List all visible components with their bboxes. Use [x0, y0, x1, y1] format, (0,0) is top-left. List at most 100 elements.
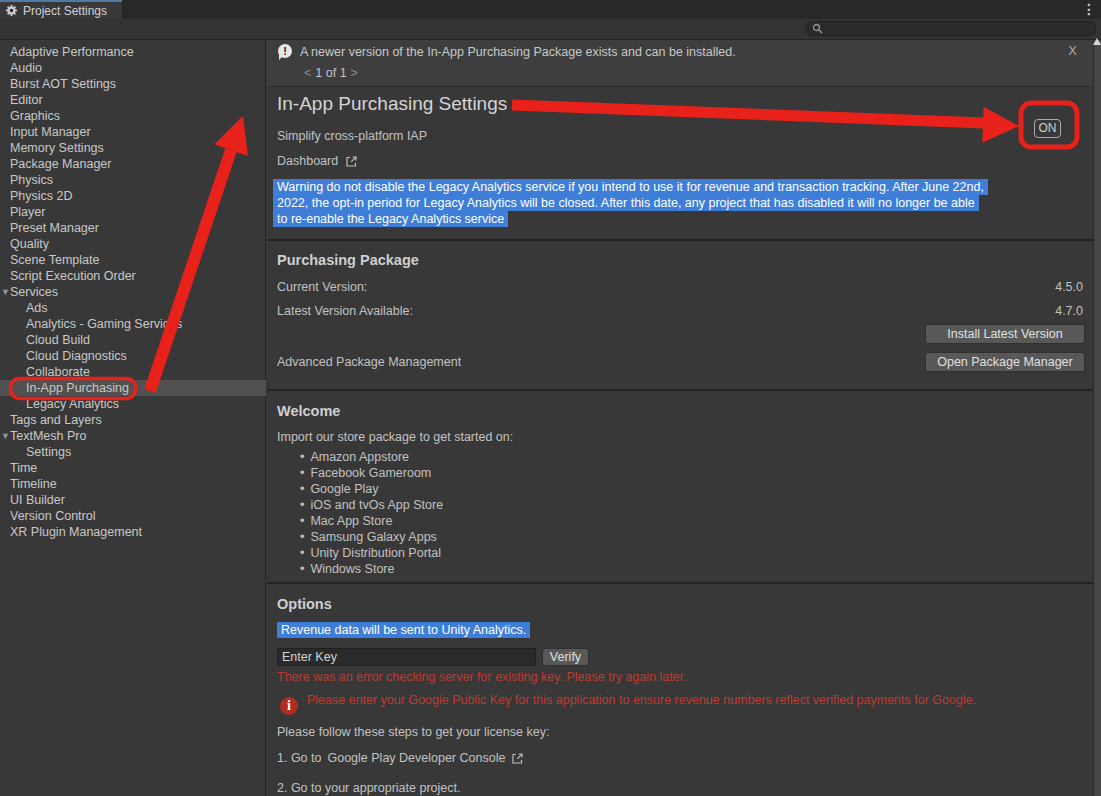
latest-version-label: Latest Version Available:	[277, 304, 413, 318]
sidebar-item-label: Preset Manager	[10, 221, 99, 235]
kebab-menu-icon[interactable]: ⋮	[1082, 1, 1096, 17]
sidebar-item-label: Ads	[26, 301, 48, 315]
sidebar-item-services[interactable]: ▼Services	[0, 284, 266, 300]
sidebar-item-label: Burst AOT Settings	[10, 77, 116, 91]
sidebar-item-preset-manager[interactable]: Preset Manager	[0, 220, 266, 236]
sidebar-item-adaptive-performance[interactable]: Adaptive Performance	[0, 44, 266, 60]
search-input[interactable]	[805, 21, 1096, 36]
sidebar-item-physics[interactable]: Physics	[0, 172, 266, 188]
sidebar-item-label: UI Builder	[10, 493, 65, 507]
sidebar-item-package-manager[interactable]: Package Manager	[0, 156, 266, 172]
enter-key-input[interactable]	[277, 648, 536, 666]
vertical-scrollbar[interactable]	[1093, 40, 1101, 796]
sidebar-item-label: Script Execution Order	[10, 269, 136, 283]
sidebar-item-tags-and-layers[interactable]: Tags and Layers	[0, 412, 266, 428]
sidebar-item-legacy-analytics[interactable]: Legacy Analytics	[0, 396, 266, 412]
sidebar-item-input-manager[interactable]: Input Manager	[0, 124, 266, 140]
pager-prev-icon[interactable]: <	[300, 66, 315, 80]
sidebar-item-version-control[interactable]: Version Control	[0, 508, 266, 524]
step-2: 2. Go to your appropriate project.	[277, 781, 460, 795]
sidebar-item-label: XR Plugin Management	[10, 525, 142, 539]
sidebar-item-label: Audio	[10, 61, 42, 75]
sidebar-item-label: Cloud Build	[26, 333, 90, 347]
current-version-value: 4.5.0	[1055, 280, 1083, 294]
gear-icon	[5, 4, 18, 17]
sidebar-item-script-execution-order[interactable]: Script Execution Order	[0, 268, 266, 284]
sidebar-item-cloud-build[interactable]: Cloud Build	[0, 332, 266, 348]
store-list-item: Facebook Gameroom	[300, 465, 443, 481]
sidebar-item-timeline[interactable]: Timeline	[0, 476, 266, 492]
sidebar-item-ui-builder[interactable]: UI Builder	[0, 492, 266, 508]
sidebar-item-collaborate[interactable]: Collaborate	[0, 364, 266, 380]
sidebar-item-label: Cloud Diagnostics	[26, 349, 127, 363]
search-icon	[812, 23, 823, 34]
sidebar-item-memory-settings[interactable]: Memory Settings	[0, 140, 266, 156]
store-list-item: Google Play	[300, 481, 443, 497]
alert-bubble-icon: !	[278, 44, 292, 58]
sidebar-item-editor[interactable]: Editor	[0, 92, 266, 108]
sidebar-item-label: Analytics - Gaming Services	[26, 317, 182, 331]
sidebar-item-burst-aot-settings[interactable]: Burst AOT Settings	[0, 76, 266, 92]
open-package-manager-button[interactable]: Open Package Manager	[925, 352, 1085, 372]
google-play-console-link[interactable]: Google Play Developer Console	[327, 751, 505, 765]
sidebar-item-cloud-diagnostics[interactable]: Cloud Diagnostics	[0, 348, 266, 364]
iap-on-toggle[interactable]: ON	[1034, 119, 1061, 138]
store-list: Amazon AppstoreFacebook GameroomGoogle P…	[300, 449, 443, 577]
sidebar-item-audio[interactable]: Audio	[0, 60, 266, 76]
pager-next-icon[interactable]: >	[347, 66, 362, 80]
sidebar-item-settings[interactable]: Settings	[0, 444, 266, 460]
sidebar-item-label: Collaborate	[26, 365, 90, 379]
dashboard-link[interactable]: Dashboard	[277, 154, 358, 168]
step1-prefix: 1. Go to	[277, 751, 321, 765]
welcome-heading: Welcome	[277, 403, 340, 419]
sidebar-list: Adaptive Performance Audio Burst AOT Setti…	[0, 44, 266, 540]
notification-pager: <1 of 1>	[300, 66, 362, 80]
close-icon[interactable]: X	[1068, 43, 1077, 58]
tab-title: Project Settings	[23, 4, 107, 18]
sidebar-item-label: Legacy Analytics	[26, 397, 119, 411]
sidebar-item-label: Timeline	[10, 477, 57, 491]
sidebar-item-time[interactable]: Time	[0, 460, 266, 476]
sidebar-item-physics-2d[interactable]: Physics 2D	[0, 188, 266, 204]
foldout-arrow-icon[interactable]: ▼	[1, 428, 10, 444]
sidebar-item-scene-template[interactable]: Scene Template	[0, 252, 266, 268]
sidebar-item-analytics-gaming-services[interactable]: Analytics - Gaming Services	[0, 316, 266, 332]
key-error-text: There was an error checking server for e…	[277, 670, 687, 684]
latest-version-value: 4.7.0	[1055, 304, 1083, 318]
sidebar-item-label: TextMesh Pro	[10, 429, 86, 443]
sidebar-item-label: Physics 2D	[10, 189, 73, 203]
install-latest-version-button[interactable]: Install Latest Version	[925, 324, 1085, 344]
sidebar-item-label: Tags and Layers	[10, 413, 102, 427]
sidebar-item-graphics[interactable]: Graphics	[0, 108, 266, 124]
store-list-item: iOS and tvOs App Store	[300, 497, 443, 513]
sidebar-item-in-app-purchasing[interactable]: In-App Purchasing	[0, 380, 266, 396]
section-divider	[267, 239, 1093, 241]
sidebar-item-textmesh-pro[interactable]: ▼TextMesh Pro	[0, 428, 266, 444]
sidebar-item-label: Input Manager	[10, 125, 91, 139]
sidebar-item-xr-plugin-management[interactable]: XR Plugin Management	[0, 524, 266, 540]
sidebar-item-quality[interactable]: Quality	[0, 236, 266, 252]
sidebar-item-label: Scene Template	[10, 253, 99, 267]
scroll-up-icon[interactable]	[1093, 38, 1101, 45]
foldout-arrow-icon[interactable]: ▼	[1, 284, 10, 300]
store-list-item: Samsung Galaxy Apps	[300, 529, 443, 545]
store-list-item: Mac App Store	[300, 513, 443, 529]
sidebar: Adaptive Performance Audio Burst AOT Setti…	[0, 40, 266, 796]
sidebar-item-label: Editor	[10, 93, 43, 107]
sidebar-item-label: Quality	[10, 237, 49, 251]
sidebar-item-label: Graphics	[10, 109, 60, 123]
sidebar-item-player[interactable]: Player	[0, 204, 266, 220]
sidebar-item-label: Settings	[26, 445, 71, 459]
legacy-analytics-warning: Warning do not disable the Legacy Analyt…	[273, 179, 1053, 227]
tab-project-settings[interactable]: Project Settings	[0, 0, 122, 19]
sidebar-item-label: Services	[10, 285, 58, 299]
advanced-package-management-label: Advanced Package Management	[277, 355, 461, 369]
purchasing-package-heading: Purchasing Package	[277, 252, 419, 268]
verify-button[interactable]: Verify	[542, 648, 589, 666]
title-bar: Project Settings ⋮	[0, 0, 1101, 19]
dashboard-label: Dashboard	[277, 154, 338, 168]
welcome-intro: Import our store package to get started …	[277, 430, 513, 444]
sidebar-item-label: Adaptive Performance	[10, 45, 134, 59]
sidebar-item-ads[interactable]: Ads	[0, 300, 266, 316]
options-heading: Options	[277, 596, 332, 612]
